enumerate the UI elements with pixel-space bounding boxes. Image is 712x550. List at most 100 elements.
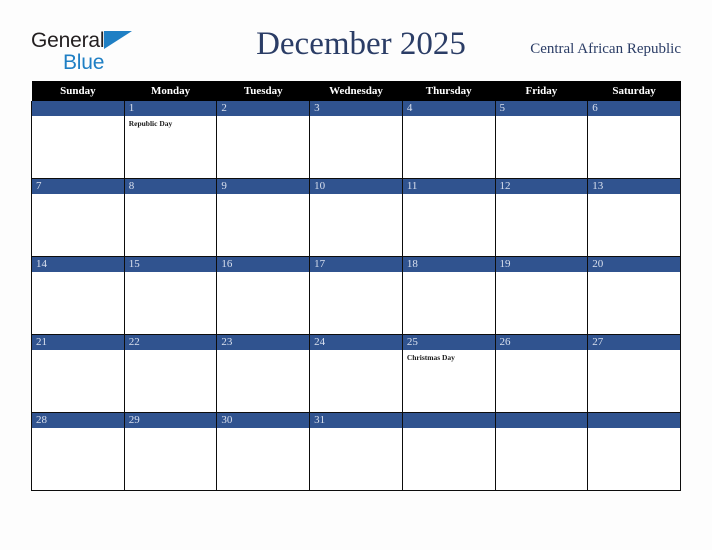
calendar-day-cell[interactable]: 17 [309, 256, 403, 335]
calendar-empty-cell[interactable] [31, 101, 125, 179]
calendar-week-row: 21 22 23 24 25 Christmas Day 26 27 [31, 334, 681, 413]
day-number: 2 [217, 101, 310, 116]
calendar-empty-cell[interactable] [494, 412, 589, 491]
day-number: 6 [588, 101, 680, 116]
day-cell-inner: 10 [310, 179, 402, 256]
day-cell-inner: 6 [588, 101, 680, 178]
day-cell-inner: 17 [310, 257, 402, 334]
day-cell-inner: 12 [495, 179, 588, 256]
day-cell-inner: 2 [217, 101, 310, 178]
day-cell-inner: 4 [402, 101, 495, 178]
calendar-day-cell[interactable]: 14 [31, 256, 125, 335]
day-cell-inner: 1 Republic Day [124, 101, 217, 178]
calendar-day-cell[interactable]: 26 [494, 334, 589, 413]
weekday-header-wednesday: Wednesday [309, 81, 403, 101]
logo-triangle-icon [104, 31, 132, 49]
country-label: Central African Republic [530, 41, 681, 57]
calendar-day-cell[interactable]: 23 [216, 334, 311, 413]
calendar-day-cell[interactable]: 4 [401, 101, 496, 179]
page-title: December 2025 [256, 26, 466, 62]
calendar-day-cell[interactable]: 24 [309, 334, 403, 413]
calendar-day-cell[interactable]: 13 [587, 178, 681, 257]
calendar-empty-cell[interactable] [401, 412, 496, 491]
day-cell-inner [32, 101, 124, 178]
calendar-day-cell[interactable]: 28 [31, 412, 125, 491]
day-number: 30 [217, 413, 310, 428]
calendar-day-cell[interactable]: 25 Christmas Day [401, 334, 496, 413]
day-cell-inner: 8 [124, 179, 217, 256]
calendar-day-cell[interactable]: 15 [123, 256, 218, 335]
day-number: 15 [124, 257, 217, 272]
calendar-day-cell[interactable]: 9 [216, 178, 311, 257]
calendar-day-cell[interactable]: 10 [309, 178, 403, 257]
calendar-day-cell[interactable]: 22 [123, 334, 218, 413]
calendar-day-cell[interactable]: 7 [31, 178, 125, 257]
calendar-page: General Blue December 2025 Central Afric… [0, 0, 712, 550]
day-cell-inner: 20 [588, 257, 680, 334]
calendar-day-cell[interactable]: 21 [31, 334, 125, 413]
calendar-week-row: 28 29 30 31 [31, 412, 681, 491]
calendar-day-cell[interactable]: 2 [216, 101, 311, 179]
day-cell-inner: 7 [32, 179, 124, 256]
calendar-day-cell[interactable]: 6 [587, 101, 681, 179]
page-header: General Blue December 2025 Central Afric… [31, 26, 681, 78]
day-cell-inner: 16 [217, 257, 310, 334]
logo-blue-text: Blue [63, 51, 105, 74]
calendar-grid: Sunday Monday Tuesday Wednesday Thursday… [31, 81, 681, 491]
calendar-day-cell[interactable]: 12 [494, 178, 589, 257]
day-number: 25 [402, 335, 495, 350]
calendar-day-cell[interactable]: 30 [216, 412, 311, 491]
day-number: 23 [217, 335, 310, 350]
day-number: 8 [124, 179, 217, 194]
day-cell-inner: 23 [217, 335, 310, 412]
calendar-day-cell[interactable]: 1 Republic Day [123, 101, 218, 179]
day-cell-inner: 14 [32, 257, 124, 334]
calendar-day-cell[interactable]: 31 [309, 412, 403, 491]
day-cell-inner: 27 [588, 335, 680, 412]
calendar-week-row: 14 15 16 17 18 19 20 [31, 256, 681, 335]
day-cell-inner: 18 [402, 257, 495, 334]
day-cell-inner: 30 [217, 413, 310, 490]
calendar-day-cell[interactable]: 18 [401, 256, 496, 335]
day-cell-inner: 26 [495, 335, 588, 412]
day-number: 1 [124, 101, 217, 116]
day-cell-inner: 31 [310, 413, 402, 490]
day-number: 12 [495, 179, 588, 194]
day-number: 5 [495, 101, 588, 116]
calendar-day-cell[interactable]: 20 [587, 256, 681, 335]
calendar-day-cell[interactable]: 3 [309, 101, 403, 179]
day-number: 16 [217, 257, 310, 272]
day-number: 17 [310, 257, 402, 272]
weekday-header-thursday: Thursday [402, 81, 496, 101]
day-cell-inner: 28 [32, 413, 124, 490]
day-number [495, 413, 588, 428]
day-cell-inner: 21 [32, 335, 124, 412]
day-number: 13 [588, 179, 680, 194]
day-number: 19 [495, 257, 588, 272]
calendar-day-cell[interactable]: 5 [494, 101, 589, 179]
calendar-day-cell[interactable]: 16 [216, 256, 311, 335]
weekday-header-saturday: Saturday [587, 81, 681, 101]
calendar-day-cell[interactable]: 11 [401, 178, 496, 257]
calendar-day-cell[interactable]: 19 [494, 256, 589, 335]
day-cell-inner: 29 [124, 413, 217, 490]
calendar-day-cell[interactable]: 8 [123, 178, 218, 257]
day-number: 3 [310, 101, 402, 116]
day-number: 24 [310, 335, 402, 350]
day-number: 21 [32, 335, 124, 350]
day-cell-inner: 9 [217, 179, 310, 256]
day-number: 31 [310, 413, 402, 428]
calendar-day-cell[interactable]: 27 [587, 334, 681, 413]
day-cell-inner: 13 [588, 179, 680, 256]
holiday-label: Republic Day [128, 119, 173, 128]
day-number: 20 [588, 257, 680, 272]
generalblue-logo[interactable]: General Blue [31, 30, 151, 76]
day-cell-inner: 5 [495, 101, 588, 178]
day-number: 28 [32, 413, 124, 428]
weekday-header-monday: Monday [124, 81, 217, 101]
day-cell-inner: 15 [124, 257, 217, 334]
day-number: 26 [495, 335, 588, 350]
calendar-day-cell[interactable]: 29 [123, 412, 218, 491]
day-number: 11 [402, 179, 495, 194]
calendar-empty-cell[interactable] [587, 412, 681, 491]
